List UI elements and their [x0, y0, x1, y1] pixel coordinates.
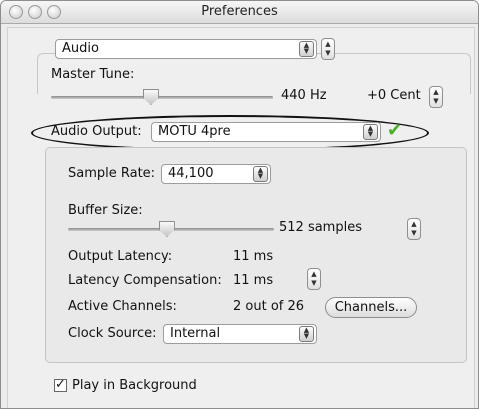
output-latency-label: Output Latency: — [68, 249, 173, 264]
active-channels-label: Active Channels: — [68, 299, 177, 314]
master-tune-label: Master Tune: — [51, 67, 135, 82]
buffer-size-stepper[interactable]: ▲ ▼ — [407, 218, 421, 240]
master-tune-slider[interactable] — [51, 96, 273, 99]
checkmark-icon: ✔ — [387, 120, 403, 141]
clock-source-popup[interactable]: Internal ▲ ▼ — [163, 324, 317, 344]
output-latency-value: 11 ms — [233, 249, 274, 264]
clock-source-label: Clock Source: — [68, 326, 157, 341]
window-title: Preferences — [201, 4, 278, 19]
popup-arrows-icon: ▲ ▼ — [299, 41, 314, 57]
audio-output-popup[interactable]: MOTU 4pre ▲ ▼ — [151, 122, 381, 142]
popup-arrows-icon: ▲ ▼ — [299, 326, 314, 342]
latency-compensation-stepper[interactable]: ▲ ▼ — [307, 268, 321, 290]
section-popup[interactable]: Audio ▲ ▼ — [55, 39, 317, 59]
active-channels-value: 2 out of 26 — [233, 299, 305, 314]
latency-compensation-label: Latency Compensation: — [68, 273, 222, 288]
play-in-background-label: Play in Background — [72, 378, 197, 393]
master-tune-cent: +0 Cent — [367, 88, 421, 103]
checkbox-checkmark-icon: ✓ — [55, 377, 66, 392]
buffer-size-label: Buffer Size: — [68, 203, 143, 218]
title-bar[interactable]: Preferences — [1, 1, 478, 24]
master-tune-hz: 440 Hz — [281, 88, 327, 103]
play-in-background-checkbox[interactable]: ✓ — [54, 377, 67, 392]
master-tune-cent-stepper[interactable]: ▲ ▼ — [429, 86, 443, 108]
section-stepper[interactable]: ▲ ▼ — [321, 38, 335, 60]
buffer-size-value: 512 samples — [279, 220, 362, 235]
preferences-window: Preferences Audio ▲ ▼ ▲ ▼ Master Tune: 440… — [0, 0, 479, 409]
popup-arrows-icon: ▲ ▼ — [363, 124, 378, 140]
sample-rate-popup[interactable]: 44,100 ▲ ▼ — [161, 164, 271, 184]
audio-output-label: Audio Output: — [51, 124, 142, 139]
sample-rate-value: 44,100 — [168, 166, 214, 181]
sample-rate-label: Sample Rate: — [68, 166, 156, 181]
audio-output-value: MOTU 4pre — [158, 124, 231, 139]
popup-arrows-icon: ▲ ▼ — [253, 166, 268, 182]
channels-button[interactable]: Channels... — [325, 297, 417, 318]
clock-source-value: Internal — [170, 326, 221, 341]
section-popup-value: Audio — [62, 41, 99, 56]
latency-compensation-value: 11 ms — [233, 273, 274, 288]
